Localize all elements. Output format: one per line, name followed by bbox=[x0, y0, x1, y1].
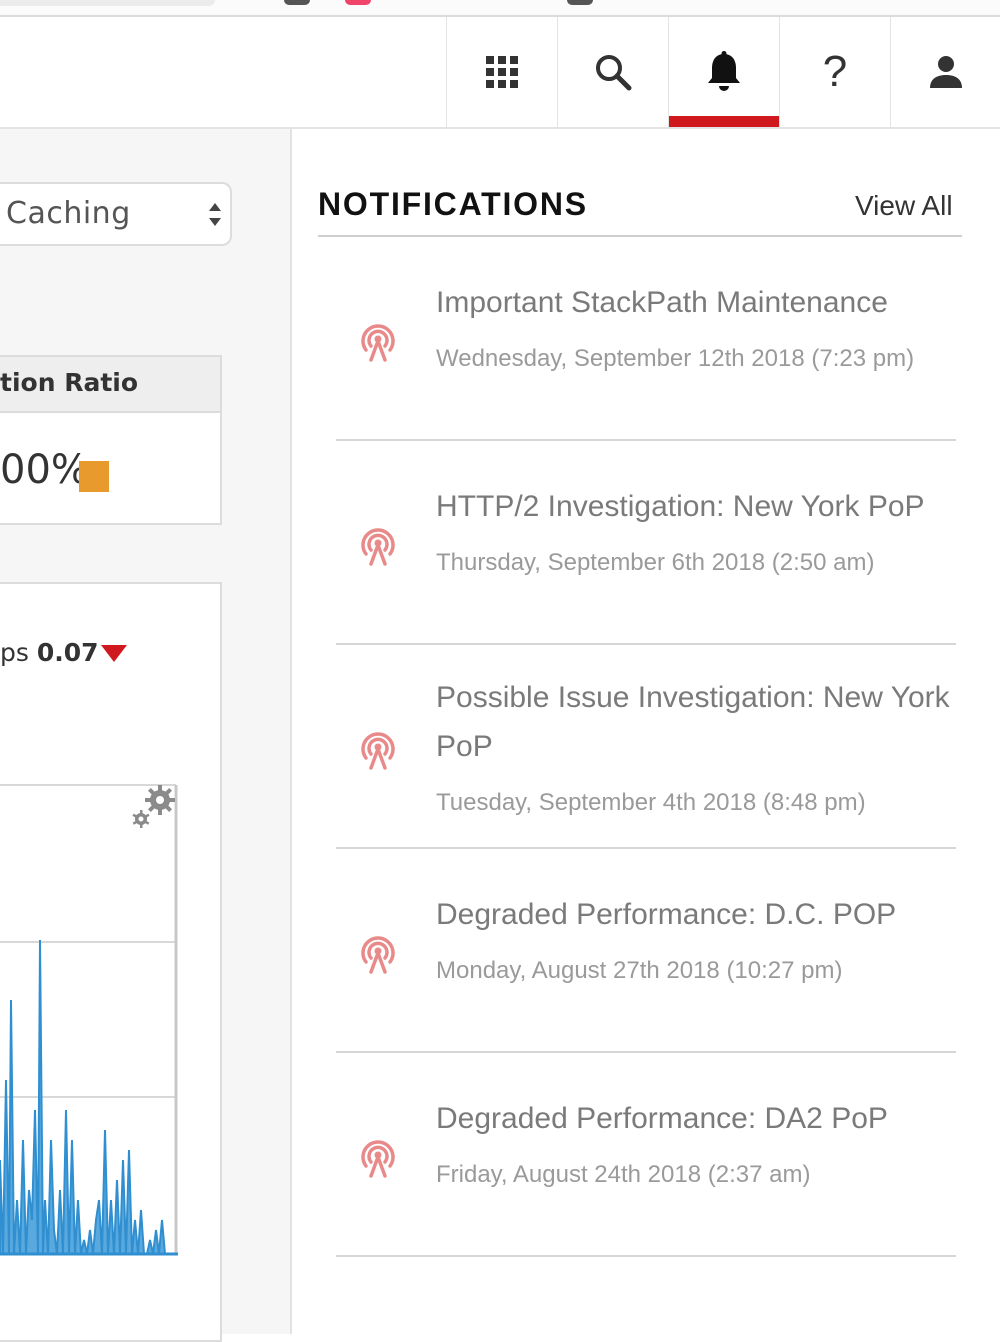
notification-title: HTTP/2 Investigation: New York PoP bbox=[436, 490, 925, 523]
metric-value: 0.07 bbox=[36, 638, 99, 667]
notification-title: Important StackPath Maintenance bbox=[436, 286, 888, 319]
browser-tab-stub bbox=[284, 0, 310, 5]
metric-readout: ps 0.07 bbox=[0, 638, 99, 667]
broadcast-icon bbox=[361, 1140, 395, 1178]
notification-date: Thursday, September 6th 2018 (2:50 am) bbox=[436, 549, 875, 576]
metric-label: ps bbox=[0, 638, 29, 667]
notification-divider bbox=[336, 439, 956, 441]
cache-select-value: Caching bbox=[6, 196, 131, 231]
broadcast-icon bbox=[361, 324, 395, 362]
search-icon bbox=[596, 55, 632, 91]
notification-date: Wednesday, September 12th 2018 (7:23 pm) bbox=[436, 345, 915, 372]
broadcast-icon bbox=[361, 528, 395, 566]
broadcast-icon bbox=[361, 732, 395, 770]
notification-title: Possible Issue Investigation: New York P… bbox=[436, 681, 950, 763]
top-toolbar: ? bbox=[0, 17, 1000, 129]
notification-title: Degraded Performance: DA2 PoP bbox=[436, 1102, 888, 1135]
browser-top-strip bbox=[0, 0, 1000, 17]
account-button[interactable] bbox=[890, 17, 1000, 127]
notification-date: Monday, August 27th 2018 (10:27 pm) bbox=[436, 957, 843, 984]
bell-icon bbox=[708, 51, 740, 91]
heading-divider bbox=[318, 235, 962, 237]
notification-date: Tuesday, September 4th 2018 (8:48 pm) bbox=[436, 789, 866, 816]
question-icon: ? bbox=[822, 47, 848, 96]
notifications-button[interactable] bbox=[668, 17, 779, 127]
notification-item[interactable]: HTTP/2 Investigation: New York PoP Thurs… bbox=[336, 444, 956, 646]
traffic-chart bbox=[0, 784, 178, 1256]
search-button[interactable] bbox=[557, 17, 668, 127]
notification-item[interactable]: Possible Issue Investigation: New York P… bbox=[336, 648, 956, 850]
notification-date: Friday, August 24th 2018 (2:37 am) bbox=[436, 1161, 811, 1188]
notification-item[interactable]: Degraded Performance: D.C. POP Monday, A… bbox=[336, 852, 956, 1054]
notification-divider bbox=[336, 847, 956, 849]
grid-icon bbox=[486, 56, 518, 88]
notification-title: Degraded Performance: D.C. POP bbox=[436, 898, 897, 931]
notification-divider bbox=[336, 1051, 956, 1053]
notifications-heading: NOTIFICATIONS bbox=[318, 186, 588, 222]
broadcast-icon bbox=[361, 936, 395, 974]
ratio-card-title: tion Ratio bbox=[0, 368, 139, 397]
active-tab-indicator bbox=[669, 116, 779, 127]
apps-button[interactable] bbox=[446, 17, 557, 127]
user-icon bbox=[930, 56, 962, 88]
ratio-value: 00% bbox=[0, 447, 89, 493]
trend-down-icon bbox=[101, 645, 127, 662]
browser-tab-stub bbox=[567, 0, 593, 5]
notification-item[interactable]: Important StackPath Maintenance Wednesda… bbox=[336, 240, 956, 442]
ratio-color-swatch bbox=[79, 461, 109, 492]
browser-tab-stub bbox=[345, 0, 371, 5]
help-button[interactable]: ? bbox=[779, 17, 890, 127]
settings-gears-icon[interactable] bbox=[130, 784, 178, 832]
select-arrows-icon bbox=[209, 203, 221, 226]
notification-divider bbox=[336, 643, 956, 645]
view-all-link[interactable]: View All bbox=[855, 190, 953, 222]
notification-item[interactable]: Degraded Performance: DA2 PoP Friday, Au… bbox=[336, 1056, 956, 1258]
address-bar-edge bbox=[0, 0, 215, 6]
notification-divider bbox=[336, 1255, 956, 1257]
